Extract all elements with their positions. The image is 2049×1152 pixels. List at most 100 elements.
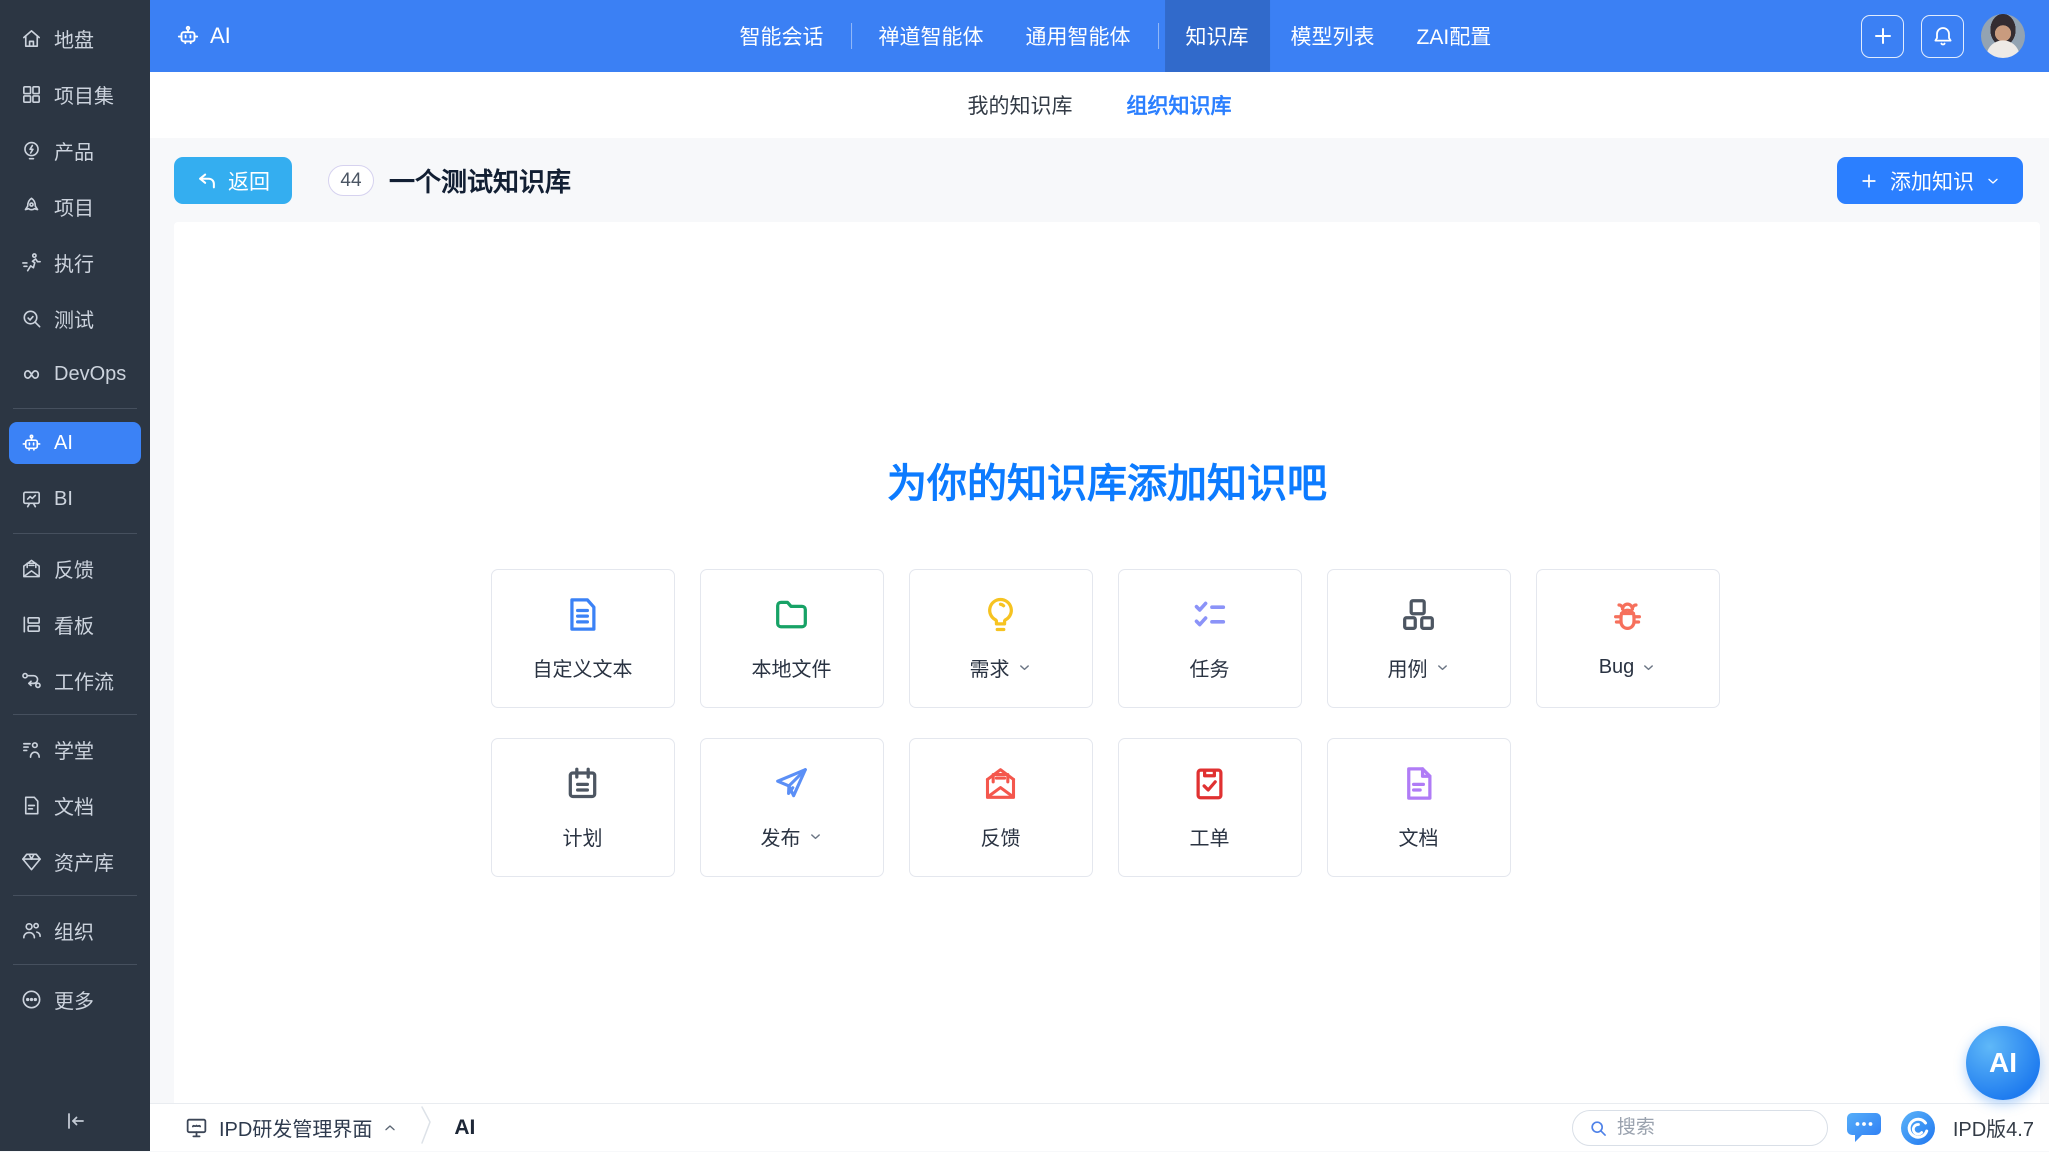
sidebar-divider bbox=[13, 895, 137, 896]
sidebar-item-label: 产品 bbox=[54, 136, 94, 165]
chevron-down-icon bbox=[1435, 660, 1450, 675]
tab-org-knowledge-base[interactable]: 组织知识库 bbox=[1123, 84, 1236, 126]
people-icon bbox=[20, 919, 43, 942]
card-doc[interactable]: 文档 bbox=[1327, 738, 1511, 877]
back-arrow-icon bbox=[196, 170, 218, 192]
card-feedback[interactable]: 反馈 bbox=[909, 738, 1093, 877]
sidebar-item-ai[interactable]: AI bbox=[9, 422, 141, 464]
card-custom-text[interactable]: 自定义文本 bbox=[491, 569, 675, 708]
top-nav-item-model-list[interactable]: 模型列表 bbox=[1270, 0, 1396, 72]
card-case[interactable]: 用例 bbox=[1327, 569, 1511, 708]
sidebar-item-devops[interactable]: DevOps bbox=[9, 353, 141, 395]
top-nav-item-zentao-agents[interactable]: 禅道智能体 bbox=[858, 0, 1005, 72]
sidebar-item-program[interactable]: 项目集 bbox=[9, 73, 141, 115]
runner-icon bbox=[20, 251, 43, 274]
card-label: 计划 bbox=[563, 822, 603, 851]
app-root: 地盘 项目集 产品 项目 执行 测试 DevOps AI bbox=[0, 0, 2049, 1151]
sidebar: 地盘 项目集 产品 项目 执行 测试 DevOps AI bbox=[0, 0, 150, 1151]
nav-separator bbox=[851, 23, 852, 49]
search-box[interactable] bbox=[1572, 1110, 1828, 1146]
sidebar-item-label: 资产库 bbox=[54, 847, 114, 876]
card-label: 任务 bbox=[1190, 653, 1230, 682]
sidebar-item-home[interactable]: 地盘 bbox=[9, 17, 141, 59]
card-plan[interactable]: 计划 bbox=[491, 738, 675, 877]
tab-my-knowledge-base[interactable]: 我的知识库 bbox=[964, 84, 1077, 126]
chat-bubble-icon[interactable] bbox=[1845, 1111, 1883, 1144]
knowledge-base-title: 一个测试知识库 bbox=[389, 162, 571, 199]
sidebar-item-more[interactable]: 更多 bbox=[9, 978, 141, 1020]
sidebar-item-label: 反馈 bbox=[54, 554, 94, 583]
knowledge-tabbar: 我的知识库 组织知识库 bbox=[150, 72, 2049, 138]
card-local-file[interactable]: 本地文件 bbox=[700, 569, 884, 708]
search-input[interactable] bbox=[1617, 1117, 1812, 1139]
card-task[interactable]: 任务 bbox=[1118, 569, 1302, 708]
sidebar-collapse-button[interactable] bbox=[9, 1101, 141, 1141]
sidebar-item-workflow[interactable]: 工作流 bbox=[9, 659, 141, 701]
workspace-label: IPD研发管理界面 bbox=[219, 1113, 372, 1142]
sidebar-item-label: 学堂 bbox=[54, 735, 94, 764]
card-label: 文档 bbox=[1399, 822, 1439, 851]
top-nav-item-knowledge-base[interactable]: 知识库 bbox=[1165, 0, 1270, 72]
sidebar-item-label: 地盘 bbox=[54, 24, 94, 53]
card-label: 用例 bbox=[1388, 653, 1428, 682]
sidebar-item-label: 项目集 bbox=[54, 80, 114, 109]
sidebar-item-execution[interactable]: 执行 bbox=[9, 241, 141, 283]
top-nav-item-chat[interactable]: 智能会话 bbox=[719, 0, 845, 72]
plus-icon bbox=[1859, 171, 1879, 191]
sidebar-item-organization[interactable]: 组织 bbox=[9, 909, 141, 951]
sidebar-item-label: 组织 bbox=[54, 916, 94, 945]
card-label: 工单 bbox=[1190, 822, 1230, 851]
card-label: 本地文件 bbox=[752, 653, 832, 682]
sidebar-item-test[interactable]: 测试 bbox=[9, 297, 141, 339]
sidebar-item-doc[interactable]: 文档 bbox=[9, 784, 141, 826]
bug-icon bbox=[1608, 598, 1647, 637]
sidebar-item-feedback[interactable]: 反馈 bbox=[9, 547, 141, 589]
kanban-icon bbox=[20, 613, 43, 636]
top-nav: 智能会话 禅道智能体 通用智能体 知识库 模型列表 ZAI配置 bbox=[719, 0, 1513, 72]
card-story[interactable]: 需求 bbox=[909, 569, 1093, 708]
gem-icon bbox=[20, 850, 43, 873]
card-ticket[interactable]: 工单 bbox=[1118, 738, 1302, 877]
monitor-icon bbox=[184, 1115, 209, 1140]
nav-separator bbox=[1158, 23, 1159, 49]
sidebar-item-product[interactable]: 产品 bbox=[9, 129, 141, 171]
teacher-icon bbox=[20, 738, 43, 761]
sidebar-divider bbox=[13, 533, 137, 534]
sidebar-item-academy[interactable]: 学堂 bbox=[9, 728, 141, 770]
plus-icon bbox=[1871, 24, 1895, 48]
back-button[interactable]: 返回 bbox=[174, 157, 292, 204]
workflow-icon bbox=[20, 669, 43, 692]
top-nav-item-general-agents[interactable]: 通用智能体 bbox=[1005, 0, 1152, 72]
document-icon bbox=[1399, 764, 1438, 803]
sidebar-item-label: 测试 bbox=[54, 304, 94, 333]
workspace-switcher[interactable]: IPD研发管理界面 bbox=[184, 1113, 398, 1142]
card-release[interactable]: 发布 bbox=[700, 738, 884, 877]
notifications-button[interactable] bbox=[1921, 15, 1964, 58]
paper-plane-icon bbox=[772, 764, 811, 803]
grid-icon bbox=[20, 83, 43, 106]
chevron-up-icon bbox=[382, 1120, 398, 1136]
add-knowledge-button[interactable]: 添加知识 bbox=[1837, 157, 2023, 204]
sidebar-item-project[interactable]: 项目 bbox=[9, 185, 141, 227]
sidebar-divider bbox=[13, 714, 137, 715]
statusbar-right: IPD版4.7 bbox=[1572, 1110, 2034, 1146]
more-circle-icon bbox=[20, 988, 43, 1011]
app-title: AI bbox=[175, 23, 231, 49]
chevron-down-icon bbox=[1641, 660, 1656, 675]
top-nav-item-zai-config[interactable]: ZAI配置 bbox=[1396, 0, 1513, 72]
sidebar-item-kanban[interactable]: 看板 bbox=[9, 603, 141, 645]
sidebar-item-label: AI bbox=[54, 432, 73, 455]
top-actions bbox=[1861, 14, 2025, 58]
card-bug[interactable]: Bug bbox=[1536, 569, 1720, 708]
add-button[interactable] bbox=[1861, 15, 1904, 58]
zentao-logo[interactable] bbox=[1900, 1110, 1936, 1146]
clipboard-check-icon bbox=[1190, 764, 1229, 803]
sidebar-item-bi[interactable]: BI bbox=[9, 478, 141, 520]
rocket-icon bbox=[20, 195, 43, 218]
bulb-bolt-icon bbox=[20, 139, 43, 162]
sidebar-item-assets[interactable]: 资产库 bbox=[9, 840, 141, 882]
floating-ai-button[interactable]: AI bbox=[1966, 1026, 2040, 1100]
user-avatar[interactable] bbox=[1981, 14, 2025, 58]
back-button-label: 返回 bbox=[228, 166, 270, 196]
robot-icon bbox=[20, 432, 43, 455]
